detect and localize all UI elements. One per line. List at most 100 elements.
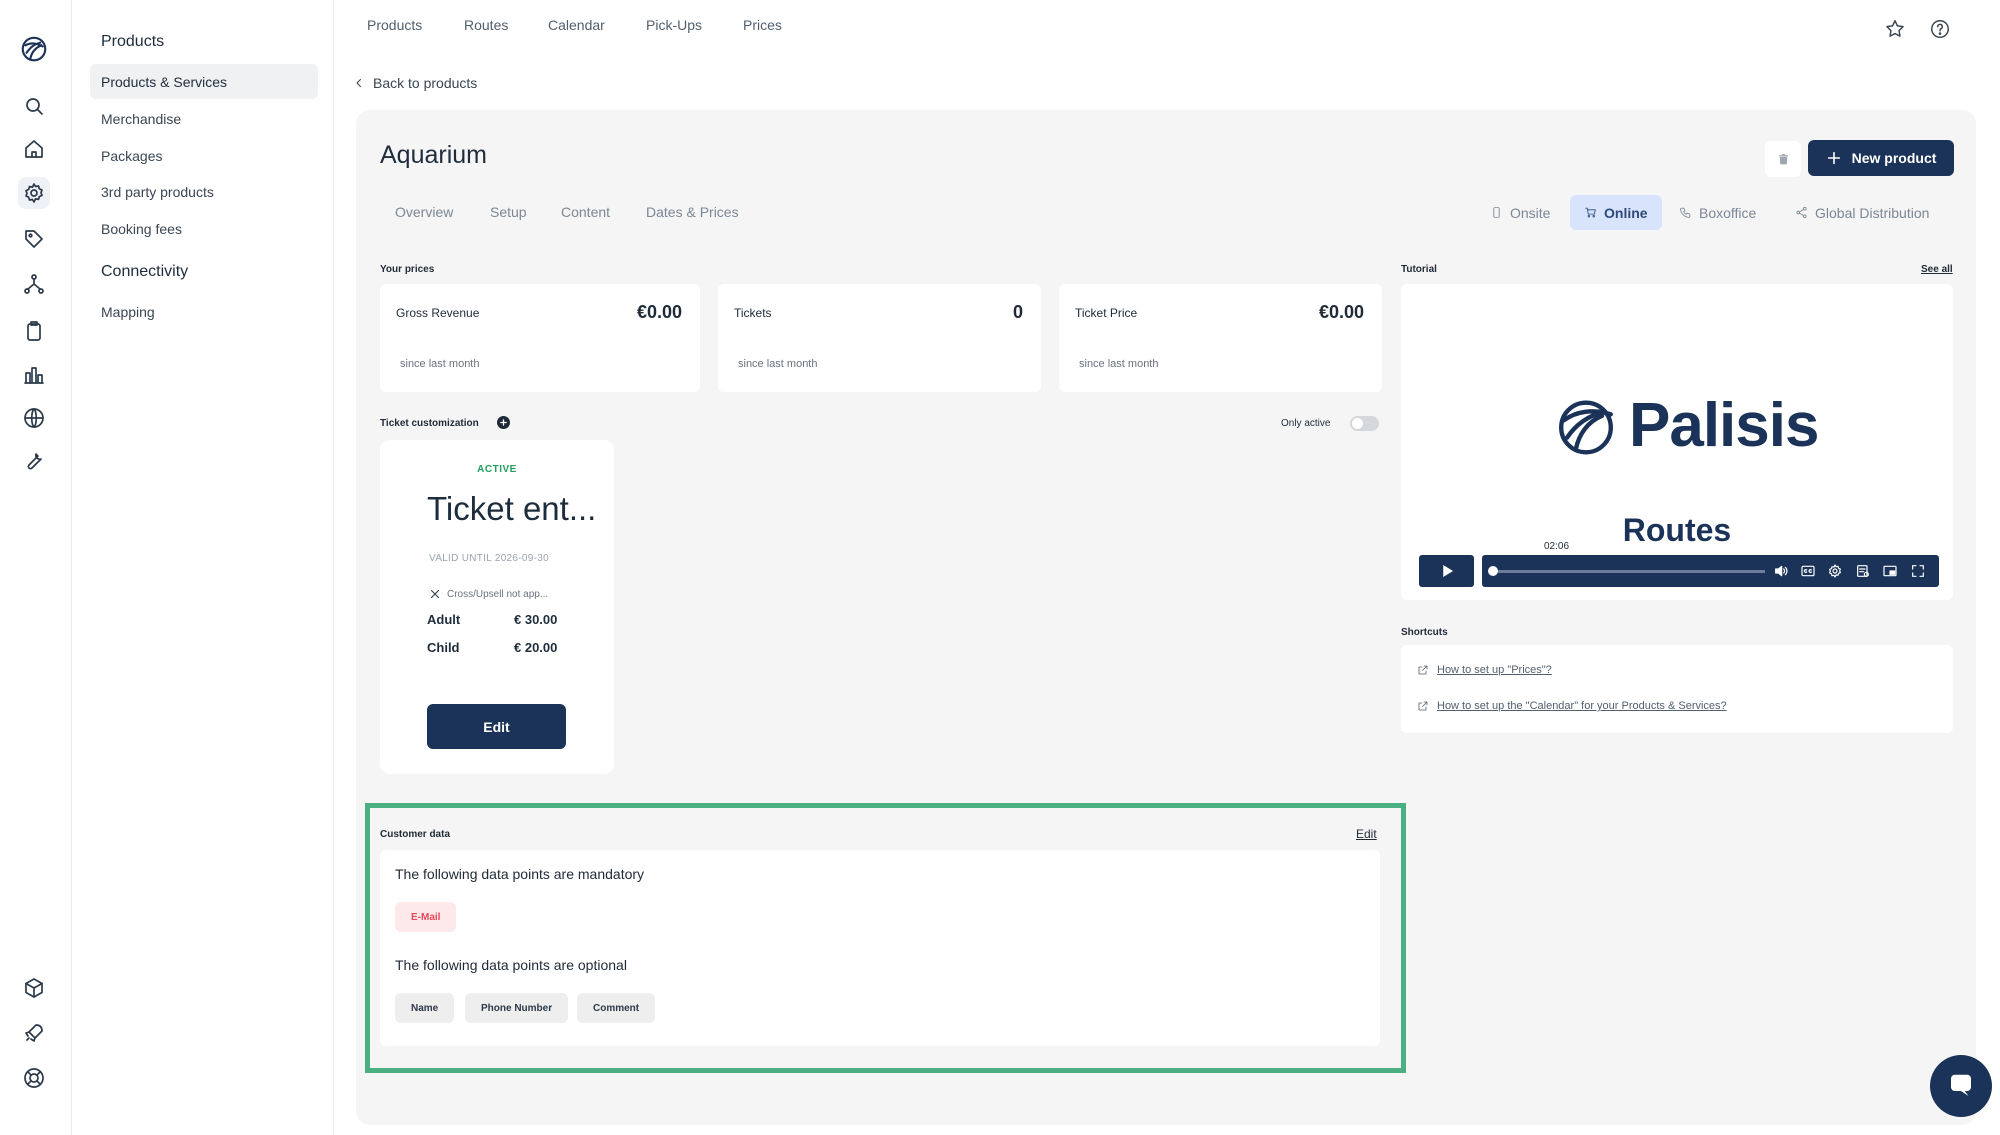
ticket-customization-label: Ticket customization xyxy=(380,418,479,429)
delete-button[interactable] xyxy=(1765,141,1801,177)
chevron-left-icon xyxy=(356,78,362,88)
subnav-item-mapping[interactable]: Mapping xyxy=(90,294,318,329)
tab-setup[interactable]: Setup xyxy=(490,204,527,220)
search-icon[interactable] xyxy=(18,90,50,122)
captions-icon[interactable] xyxy=(1800,563,1816,579)
chip-email: E-Mail xyxy=(395,902,457,932)
phone-device-icon xyxy=(1493,207,1500,218)
video-brand-text: Palisis xyxy=(1629,391,1819,460)
tab-overview[interactable]: Overview xyxy=(395,204,453,220)
customer-data-card: The following data points are mandatory … xyxy=(380,850,1380,1046)
tutorial-label: Tutorial xyxy=(1401,264,1437,275)
tag-icon[interactable] xyxy=(18,223,50,255)
new-product-button[interactable]: New product xyxy=(1808,140,1954,176)
your-prices-label: Your prices xyxy=(380,264,435,275)
subnav-item-packages[interactable]: Packages xyxy=(90,138,318,173)
help-icon[interactable] xyxy=(1929,18,1951,40)
palisis-logo-icon[interactable] xyxy=(18,33,50,65)
channel-global-distribution-label: Global Distribution xyxy=(1815,204,1930,221)
external-link-icon xyxy=(1418,665,1428,675)
play-button[interactable] xyxy=(1419,555,1474,587)
external-link-icon xyxy=(1418,701,1428,711)
channel-online[interactable]: Online xyxy=(1570,195,1662,230)
back-link-label: Back to products xyxy=(373,75,478,91)
add-ticket-icon[interactable] xyxy=(497,416,510,429)
wrench-icon[interactable] xyxy=(18,444,50,476)
stat-subtext: since last month xyxy=(400,358,480,370)
bar-chart-icon[interactable] xyxy=(18,359,50,391)
tab-dates-prices[interactable]: Dates & Prices xyxy=(646,204,739,220)
top-tab-pick-ups[interactable]: Pick-Ups xyxy=(646,17,702,33)
stat-label: Gross Revenue xyxy=(396,306,480,320)
chip-comment: Comment xyxy=(577,993,656,1023)
video-brand: Palisis xyxy=(1551,390,1819,461)
globe-icon[interactable] xyxy=(18,402,50,434)
only-active-toggle[interactable] xyxy=(1350,416,1379,431)
subnav-item-booking-fees[interactable]: Booking fees xyxy=(90,211,318,246)
shortcuts-label: Shortcuts xyxy=(1401,627,1448,638)
trash-icon xyxy=(1778,153,1788,164)
video-control-bar: 02:06 xyxy=(1482,541,1939,587)
cross-upsell-note: Cross/Upsell not app... xyxy=(429,588,548,600)
network-icon[interactable] xyxy=(18,268,50,300)
tab-content[interactable]: Content xyxy=(561,204,610,220)
video-progress-handle[interactable] xyxy=(1488,566,1498,576)
back-to-products-link[interactable]: Back to products xyxy=(353,75,477,91)
cube-icon[interactable] xyxy=(18,972,50,1004)
stat-label: Ticket Price xyxy=(1075,306,1138,320)
stat-value: €0.00 xyxy=(636,302,682,322)
transcript-icon[interactable] xyxy=(1855,563,1871,579)
channel-onsite[interactable]: Onsite xyxy=(1476,195,1564,230)
clipboard-icon[interactable] xyxy=(18,315,50,347)
ticket-name: Ticket ent... xyxy=(427,490,597,527)
subnav-item-merchandise[interactable]: Merchandise xyxy=(90,101,318,136)
customer-data-label: Customer data xyxy=(380,829,451,840)
price-type-adult: Adult xyxy=(427,612,461,627)
shortcut-link-prices[interactable]: How to set up "Prices"? xyxy=(1417,664,1552,676)
channel-boxoffice[interactable]: Boxoffice xyxy=(1665,195,1770,230)
help-lifebuoy-icon[interactable] xyxy=(18,1062,50,1094)
shortcut-link-calendar[interactable]: How to set up the "Calendar" for your Pr… xyxy=(1417,700,1727,712)
rocket-icon[interactable] xyxy=(18,1017,50,1049)
volume-icon[interactable] xyxy=(1773,563,1789,579)
top-tab-prices[interactable]: Prices xyxy=(743,17,782,33)
channel-onsite-label: Onsite xyxy=(1510,204,1551,221)
stat-card-tickets: Tickets 0 since last month xyxy=(718,284,1041,392)
cart-icon xyxy=(1585,207,1596,218)
top-tab-calendar[interactable]: Calendar xyxy=(548,17,605,33)
subnav-heading-products: Products xyxy=(101,33,165,50)
picture-in-picture-icon[interactable] xyxy=(1882,563,1898,579)
price-type-child: Child xyxy=(427,640,460,655)
top-tab-products[interactable]: Products xyxy=(367,17,422,33)
subnav-item-products-services[interactable]: Products & Services xyxy=(90,64,318,99)
star-icon[interactable] xyxy=(1884,18,1906,40)
shortcut-link-text: How to set up the "Calendar" for your Pr… xyxy=(1437,700,1727,712)
new-product-label: New product xyxy=(1851,150,1937,166)
channel-online-label: Online xyxy=(1604,204,1648,221)
video-settings-gear-icon[interactable] xyxy=(1827,563,1843,579)
plus-icon xyxy=(1827,151,1840,165)
optional-text: The following data points are optional xyxy=(395,957,627,973)
stat-label: Tickets xyxy=(734,306,772,320)
top-tab-routes[interactable]: Routes xyxy=(464,17,508,33)
price-value-adult: € 30.00 xyxy=(514,612,558,627)
stat-card-gross-revenue: Gross Revenue €0.00 since last month xyxy=(380,284,700,392)
mandatory-text: The following data points are mandatory xyxy=(395,866,645,882)
shortcuts-card: How to set up "Prices"? How to set up th… xyxy=(1401,645,1953,733)
chat-button[interactable] xyxy=(1930,1055,1992,1117)
customer-data-edit-link[interactable]: Edit xyxy=(1356,827,1377,841)
settings-gear-icon[interactable] xyxy=(18,177,50,209)
ticket-valid-until: VALID UNTIL 2026-09-30 xyxy=(429,553,549,564)
tutorial-video[interactable]: Palisis Routes 02:06 xyxy=(1401,284,1953,600)
video-caption: Routes xyxy=(1622,512,1732,548)
stat-value: €0.00 xyxy=(1318,302,1364,322)
video-progress-track[interactable] xyxy=(1492,570,1765,573)
fullscreen-icon[interactable] xyxy=(1910,563,1926,579)
subnav-heading-connectivity: Connectivity xyxy=(101,263,189,280)
channel-global-distribution[interactable]: Global Distribution xyxy=(1781,195,1943,230)
page-title: Aquarium xyxy=(380,141,487,169)
ticket-edit-button[interactable]: Edit xyxy=(427,704,566,749)
home-icon[interactable] xyxy=(18,133,50,165)
subnav-item-3rd-party-products[interactable]: 3rd party products xyxy=(90,174,318,209)
see-all-link[interactable]: See all xyxy=(1921,264,1953,275)
